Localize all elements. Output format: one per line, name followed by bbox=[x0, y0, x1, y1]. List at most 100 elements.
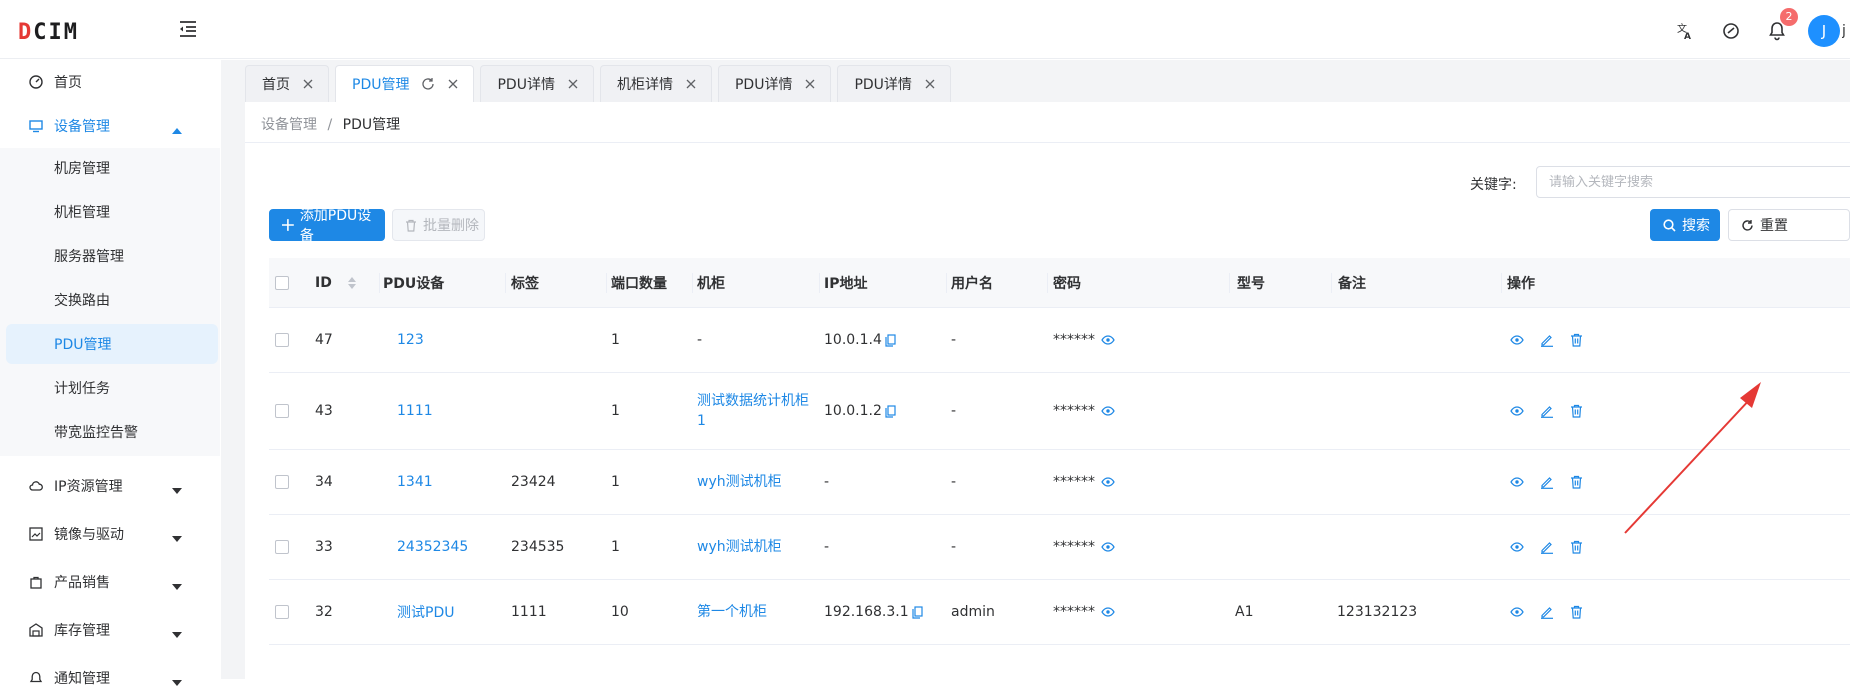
menu-collapse-icon[interactable] bbox=[178, 20, 200, 40]
cell-cabinet[interactable]: 测试数据统计机柜 1 bbox=[697, 373, 809, 449]
checkbox[interactable] bbox=[275, 605, 289, 619]
close-icon[interactable] bbox=[804, 78, 816, 90]
cell-password: ****** bbox=[1053, 308, 1115, 372]
batch-delete-button[interactable]: 批量删除 bbox=[392, 209, 485, 241]
refresh-icon[interactable] bbox=[421, 77, 435, 91]
sidebar-item-switch[interactable]: 交换路由 bbox=[6, 280, 218, 320]
delete-icon[interactable] bbox=[1570, 333, 1583, 347]
device-submenu: 机房管理 机柜管理 服务器管理 交换路由 PDU管理 计划任务 带宽监控告警 bbox=[0, 148, 220, 456]
sidebar-item-image[interactable]: 镜像与驱动 bbox=[0, 512, 220, 556]
view-icon[interactable] bbox=[1510, 335, 1524, 345]
eye-icon[interactable] bbox=[1101, 607, 1115, 617]
sidebar-item-pdu[interactable]: PDU管理 bbox=[6, 324, 218, 364]
cell-pdu-device-link[interactable]: 测试PDU bbox=[397, 580, 454, 644]
row-select[interactable] bbox=[275, 308, 315, 372]
username-label[interactable]: j bbox=[1842, 23, 1850, 39]
tab-pdu-mgmt[interactable]: PDU管理 bbox=[335, 65, 475, 102]
edit-icon[interactable] bbox=[1540, 605, 1554, 619]
cell-pdu-device-link[interactable]: 123 bbox=[397, 308, 424, 372]
cell-cabinet[interactable]: wyh测试机柜 bbox=[697, 515, 782, 579]
add-pdu-button[interactable]: 添加PDU设备 bbox=[269, 208, 385, 244]
close-icon[interactable] bbox=[447, 78, 459, 90]
checkbox[interactable] bbox=[275, 276, 289, 290]
cell-pdu-device-link[interactable]: 1341 bbox=[397, 450, 433, 514]
view-icon[interactable] bbox=[1510, 477, 1524, 487]
sidebar-item-bandwidth[interactable]: 带宽监控告警 bbox=[6, 412, 218, 452]
row-select[interactable] bbox=[275, 515, 315, 579]
tab-bar: 首页 PDU管理 PDU详情 机柜详情 PDU详情 PDU详情 bbox=[245, 65, 957, 102]
cell-pdu-device-link[interactable]: 24352345 bbox=[397, 515, 468, 579]
sidebar-item-device-mgmt[interactable]: 设备管理 bbox=[0, 104, 220, 148]
row-select[interactable] bbox=[275, 580, 315, 644]
row-select[interactable] bbox=[275, 450, 315, 514]
edit-icon[interactable] bbox=[1540, 540, 1554, 554]
sidebar-item-notify[interactable]: 通知管理 bbox=[0, 656, 220, 700]
tab-pdu-detail[interactable]: PDU详情 bbox=[717, 65, 832, 102]
close-icon[interactable] bbox=[567, 78, 579, 90]
header-label: ID bbox=[315, 275, 332, 291]
keyword-input[interactable] bbox=[1536, 166, 1850, 198]
tab-pdu-detail[interactable]: PDU详情 bbox=[837, 65, 951, 102]
edit-icon[interactable] bbox=[1540, 475, 1554, 489]
sort-icon[interactable] bbox=[347, 277, 356, 289]
close-icon[interactable] bbox=[302, 78, 314, 90]
tab-home[interactable]: 首页 bbox=[245, 65, 329, 102]
header-select-all[interactable] bbox=[275, 258, 315, 308]
tab-cabinet-detail[interactable]: 机柜详情 bbox=[599, 65, 712, 102]
checkbox[interactable] bbox=[275, 404, 289, 418]
reset-button[interactable]: 重置 bbox=[1728, 209, 1850, 241]
checkbox[interactable] bbox=[275, 540, 289, 554]
close-icon[interactable] bbox=[924, 78, 936, 90]
sidebar-item-ip[interactable]: IP资源管理 bbox=[0, 464, 220, 508]
view-icon[interactable] bbox=[1510, 406, 1524, 416]
sidebar-item-sales[interactable]: 产品销售 bbox=[0, 560, 220, 604]
cell-username: - bbox=[951, 403, 957, 419]
notification-bell-icon[interactable]: 2 bbox=[1762, 8, 1798, 46]
view-icon[interactable] bbox=[1510, 542, 1524, 552]
row-select[interactable] bbox=[275, 373, 315, 449]
delete-icon[interactable] bbox=[1570, 605, 1583, 619]
copy-icon[interactable] bbox=[885, 404, 896, 418]
caret-down-icon bbox=[172, 482, 182, 498]
eye-icon[interactable] bbox=[1101, 542, 1115, 552]
delete-icon[interactable] bbox=[1570, 475, 1583, 489]
header-id[interactable]: ID bbox=[315, 258, 380, 308]
close-icon[interactable] bbox=[685, 78, 697, 90]
search-button[interactable]: 搜索 bbox=[1650, 209, 1720, 241]
sidebar-item-home[interactable]: 首页 bbox=[0, 60, 220, 104]
cell-actions bbox=[1510, 373, 1599, 449]
delete-icon[interactable] bbox=[1570, 540, 1583, 554]
cell-note: 123132123 bbox=[1337, 604, 1418, 620]
cell-password: ****** bbox=[1053, 515, 1115, 579]
delete-icon[interactable] bbox=[1570, 404, 1583, 418]
sidebar-item-task[interactable]: 计划任务 bbox=[6, 368, 218, 408]
user-avatar[interactable]: J bbox=[1808, 15, 1840, 47]
sidebar-item-cabinet[interactable]: 机柜管理 bbox=[6, 192, 218, 232]
translate-icon[interactable]: 文A bbox=[1670, 16, 1700, 46]
sidebar-item-room[interactable]: 机房管理 bbox=[6, 148, 218, 188]
cell-pdu-device-link[interactable]: 1111 bbox=[397, 373, 433, 449]
header-note: 备注 bbox=[1332, 258, 1502, 308]
theme-icon[interactable] bbox=[1716, 16, 1746, 46]
bag-icon bbox=[28, 574, 44, 590]
sidebar-item-stock[interactable]: 库存管理 bbox=[0, 608, 220, 652]
checkbox[interactable] bbox=[275, 475, 289, 489]
eye-icon[interactable] bbox=[1101, 335, 1115, 345]
copy-icon[interactable] bbox=[885, 333, 896, 347]
cell-cabinet[interactable]: wyh测试机柜 bbox=[697, 450, 782, 514]
checkbox[interactable] bbox=[275, 333, 289, 347]
cell-cabinet[interactable]: 第一个机柜 bbox=[697, 580, 767, 644]
eye-icon[interactable] bbox=[1101, 406, 1115, 416]
tab-label: 机柜详情 bbox=[616, 77, 673, 93]
tab-label: 首页 bbox=[262, 77, 290, 93]
cell-cabinet-line1: 第一个机柜 bbox=[697, 604, 767, 620]
sidebar-item-server[interactable]: 服务器管理 bbox=[6, 236, 218, 276]
tab-pdu-detail[interactable]: PDU详情 bbox=[480, 65, 594, 102]
edit-icon[interactable] bbox=[1540, 404, 1554, 418]
view-icon[interactable] bbox=[1510, 607, 1524, 617]
edit-icon[interactable] bbox=[1540, 333, 1554, 347]
breadcrumb-parent[interactable]: 设备管理 bbox=[261, 117, 317, 133]
eye-icon[interactable] bbox=[1101, 477, 1115, 487]
copy-icon[interactable] bbox=[912, 605, 923, 619]
cell-cabinet-line1: wyh测试机柜 bbox=[697, 539, 782, 555]
